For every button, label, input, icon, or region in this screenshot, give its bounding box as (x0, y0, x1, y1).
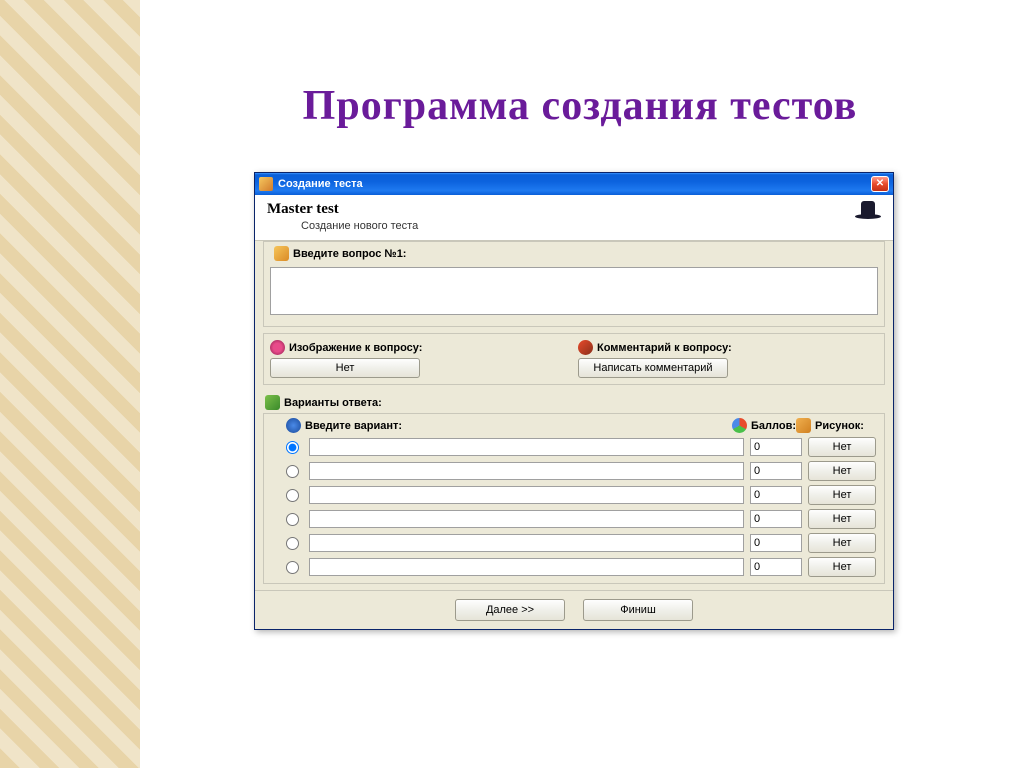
score-input[interactable] (750, 558, 802, 576)
variant-input[interactable] (309, 486, 744, 504)
row-image-button[interactable]: Нет (808, 461, 876, 481)
image-header: Рисунок: (815, 420, 864, 432)
decorative-left-stripe (0, 0, 140, 768)
variant-header: Введите вариант: (305, 420, 402, 432)
tools-icon (265, 395, 280, 410)
answer-radio[interactable] (286, 561, 299, 574)
score-input[interactable] (750, 486, 802, 504)
variant-input[interactable] (309, 558, 744, 576)
question-input[interactable] (270, 267, 878, 315)
answer-radio[interactable] (286, 513, 299, 526)
header-title: Master test (267, 201, 855, 218)
variant-input[interactable] (309, 534, 744, 552)
score-input[interactable] (750, 534, 802, 552)
finish-button[interactable]: Финиш (583, 599, 693, 621)
answer-row: Нет (264, 459, 884, 483)
answer-row: Нет (264, 531, 884, 555)
footer-bar: Далее >> Финиш (255, 590, 893, 629)
window-title: Создание теста (278, 178, 363, 190)
ball-icon (732, 418, 747, 433)
answer-row: Нет (264, 507, 884, 531)
answer-radio[interactable] (286, 441, 299, 454)
people-icon (796, 418, 811, 433)
star-icon (286, 418, 301, 433)
variant-input[interactable] (309, 438, 744, 456)
score-input[interactable] (750, 510, 802, 528)
answer-row: Нет (264, 435, 884, 459)
variant-input[interactable] (309, 510, 744, 528)
pencil-icon (274, 246, 289, 261)
row-image-button[interactable]: Нет (808, 485, 876, 505)
question-extras-group: Изображение к вопросу: Нет Комментарий к… (263, 333, 885, 385)
score-input[interactable] (750, 438, 802, 456)
question-group: Введите вопрос №1: (263, 241, 885, 327)
next-button[interactable]: Далее >> (455, 599, 565, 621)
header-subtitle: Создание нового теста (301, 220, 855, 232)
row-image-button[interactable]: Нет (808, 509, 876, 529)
variant-input[interactable] (309, 462, 744, 480)
answer-row: Нет (264, 555, 884, 579)
answer-radio[interactable] (286, 537, 299, 550)
answer-radio[interactable] (286, 489, 299, 502)
row-image-button[interactable]: Нет (808, 557, 876, 577)
flower-icon (270, 340, 285, 355)
answer-row: Нет (264, 483, 884, 507)
question-prompt-label: Введите вопрос №1: (264, 242, 884, 264)
image-button[interactable]: Нет (270, 358, 420, 378)
row-image-button[interactable]: Нет (808, 437, 876, 457)
app-icon (259, 177, 273, 191)
answers-section-label: Варианты ответа: (255, 391, 893, 413)
page-heading: Программа создания тестов (170, 82, 990, 130)
answer-radio[interactable] (286, 465, 299, 478)
comment-icon (578, 340, 593, 355)
titlebar[interactable]: Создание теста ✕ (255, 173, 893, 195)
header-panel: Master test Создание нового теста (255, 195, 893, 241)
dialog-window: Создание теста ✕ Master test Создание но… (254, 172, 894, 630)
row-image-button[interactable]: Нет (808, 533, 876, 553)
answers-group: Введите вариант: Баллов: Рисунок: Нет Нет… (263, 413, 885, 584)
score-header: Баллов: (751, 420, 796, 432)
comment-button[interactable]: Написать комментарий (578, 358, 728, 378)
wizard-hat-icon (855, 201, 883, 223)
score-input[interactable] (750, 462, 802, 480)
image-label: Изображение к вопросу: (270, 336, 570, 358)
close-button[interactable]: ✕ (871, 176, 889, 192)
comment-label: Комментарий к вопросу: (578, 336, 878, 358)
answers-header: Введите вариант: Баллов: Рисунок: (264, 414, 884, 435)
